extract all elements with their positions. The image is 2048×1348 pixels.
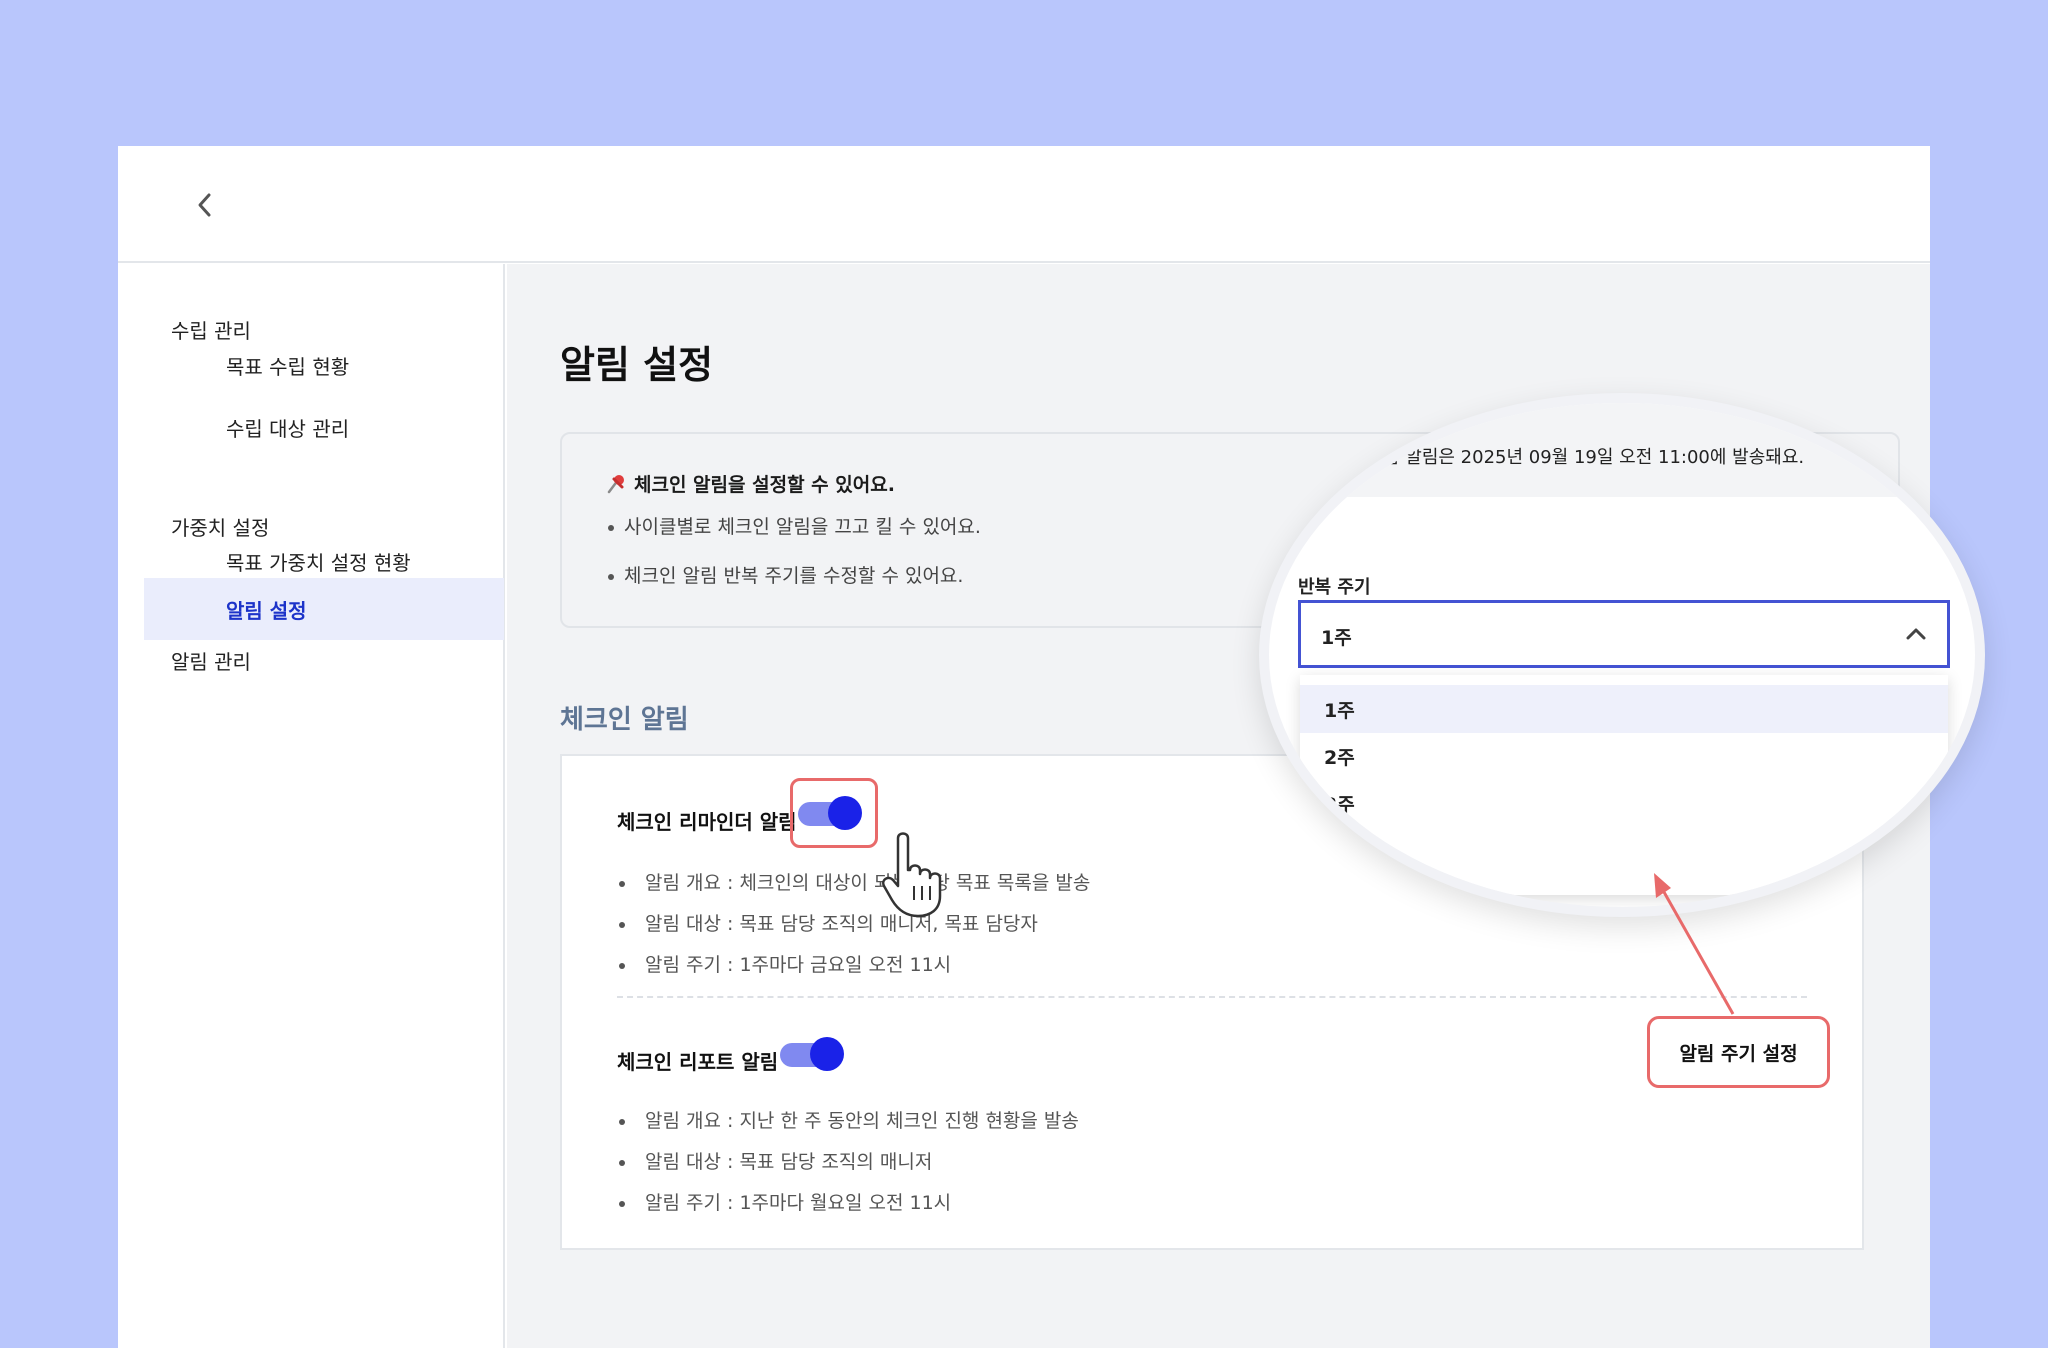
- info-line: 체크인 알림 반복 주기를 수정할 수 있어요.: [608, 561, 963, 588]
- repeat-period-select[interactable]: 1주: [1298, 600, 1950, 668]
- reminder-title: 체크인 리마인더 알림: [617, 810, 797, 834]
- info-line-text: 체크인 알림 반복 주기를 수정할 수 있어요.: [624, 565, 964, 587]
- bullet-dot: [619, 921, 625, 928]
- sidebar-item-notification-settings[interactable]: 알림 설정: [144, 578, 504, 640]
- bullet-dot: [619, 880, 625, 887]
- report-bullet: 알림 주기 : 1주마다 월요일 오전 11시: [619, 1188, 951, 1215]
- page-title: 알림 설정: [560, 343, 714, 387]
- info-headline: 체크인 알림을 설정할 수 있어요.: [606, 470, 895, 497]
- chevron-up-icon: [1906, 628, 1926, 640]
- info-headline-text: 체크인 알림을 설정할 수 있어요.: [634, 474, 895, 496]
- option-1-week[interactable]: 1주: [1300, 685, 1948, 733]
- bullet-text: 알림 개요 : 지난 한 주 동안의 체크인 진행 현황을 발송: [645, 1110, 1079, 1132]
- bullet-text: 알림 대상 : 목표 담당 조직의 매니저, 목표 담당자: [645, 913, 1038, 935]
- bullet-dot: [619, 1200, 625, 1207]
- info-line: 사이클별로 체크인 알림을 끄고 킬 수 있어요.: [608, 512, 981, 539]
- bullet-text: 알림 주기 : 1주마다 월요일 오전 11시: [645, 1192, 952, 1214]
- repeat-period-value: 1주: [1321, 627, 1352, 649]
- repeat-period-label: 반복 주기: [1298, 577, 1371, 598]
- pushpin-icon: [607, 474, 624, 493]
- magnifier-notice: 음 알림은 2025년 09월 19일 오전 11:00에 발송돼요.: [1383, 447, 1805, 468]
- bullet-text: 알림 개요 : 체크인의 대상이 되는 담당 목표 목록을 발송: [645, 872, 1091, 894]
- bullet-dot: [619, 1159, 625, 1166]
- reminder-bullet: 알림 주기 : 1주마다 금요일 오전 11시: [619, 950, 951, 977]
- reminder-bullet: 알림 개요 : 체크인의 대상이 되는 담당 목표 목록을 발송: [619, 868, 1090, 895]
- sidebar-item-target-management[interactable]: 수립 대상 관리: [144, 396, 504, 458]
- option-2-weeks[interactable]: 2주: [1300, 732, 1948, 780]
- reminder-bullet: 알림 대상 : 목표 담당 조직의 매니저, 목표 담당자: [619, 909, 1038, 936]
- background-frame: 수립 관리 목표 수립 현황 수립 대상 관리 가중치 설정 목표 가중치 설정…: [0, 0, 2048, 1348]
- bullet-dot: [608, 524, 614, 531]
- bullet-dot: [619, 962, 625, 969]
- sidebar: 수립 관리 목표 수립 현황 수립 대상 관리 가중치 설정 목표 가중치 설정…: [118, 264, 505, 1348]
- bullet-dot: [608, 573, 614, 580]
- info-line-text: 사이클별로 체크인 알림을 끄고 킬 수 있어요.: [624, 516, 981, 538]
- toggle-knob: [810, 1037, 844, 1071]
- report-bullet: 알림 대상 : 목표 담당 조직의 매니저: [619, 1147, 932, 1174]
- magnifier-overlay: 음 알림은 2025년 09월 19일 오전 11:00에 발송돼요. 반복 주…: [1259, 393, 1985, 917]
- bullet-dot: [619, 1118, 625, 1125]
- callout-label: 알림 주기 설정: [1647, 1016, 1830, 1088]
- toggle-knob: [828, 796, 862, 830]
- report-bullet: 알림 개요 : 지난 한 주 동안의 체크인 진행 현황을 발송: [619, 1106, 1079, 1133]
- report-toggle[interactable]: [780, 1037, 844, 1071]
- back-button[interactable]: [188, 188, 222, 222]
- reminder-toggle[interactable]: [798, 796, 862, 830]
- divider: [617, 996, 1807, 998]
- repeat-period-dropdown: 1주 2주 3주: [1300, 675, 1948, 895]
- bullet-text: 알림 주기 : 1주마다 금요일 오전 11시: [645, 954, 952, 976]
- section-title: 체크인 알림: [560, 705, 689, 735]
- option-3-weeks[interactable]: 3주: [1300, 779, 1948, 827]
- sidebar-group-notification[interactable]: 알림 관리: [171, 646, 251, 675]
- hand-cursor-icon: [882, 832, 942, 918]
- chevron-left-icon: [198, 193, 211, 217]
- bullet-text: 알림 대상 : 목표 담당 조직의 매니저: [645, 1151, 933, 1173]
- top-bar: [118, 146, 1930, 263]
- report-title: 체크인 리포트 알림: [617, 1050, 779, 1074]
- sidebar-item-goal-status[interactable]: 목표 수립 현황: [144, 334, 504, 396]
